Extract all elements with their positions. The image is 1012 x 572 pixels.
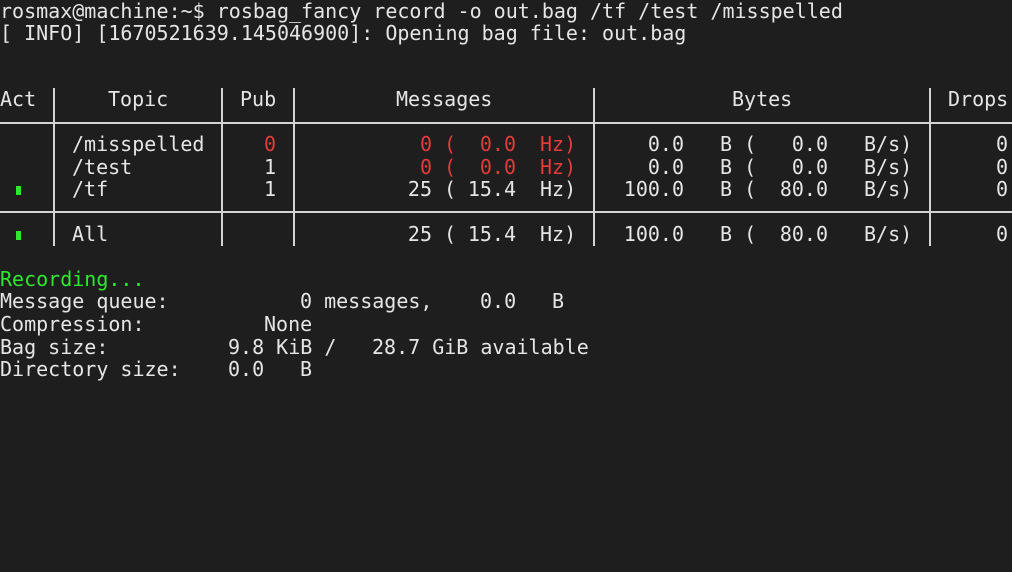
header-messages: Messages — [396, 87, 493, 111]
column-divider-pub — [293, 88, 295, 246]
terminal-window[interactable]: rosmax@machine:~$ rosbag_fancy record -o… — [0, 0, 1012, 572]
column-divider-messages — [593, 88, 595, 246]
row-msg-unit: Hz) — [540, 155, 577, 179]
row-pub: 1 — [263, 155, 276, 179]
compression-value: None — [264, 312, 313, 336]
row-bytes-rate-unit: B/s) — [864, 177, 913, 201]
column-divider-topic — [221, 88, 223, 246]
row-bytes-unit: B ( — [720, 177, 757, 201]
recording-status: Recording... — [0, 267, 145, 291]
row-bytes-unit: B ( — [720, 132, 757, 156]
row-topic: /tf — [72, 177, 109, 201]
header-bytes: Bytes — [732, 87, 793, 111]
dir-size-value: 0.0 — [228, 357, 265, 381]
row-drops: 0 — [995, 177, 1008, 201]
dir-size-unit: B — [300, 357, 313, 381]
row-msg-count: 25 — [407, 177, 432, 201]
row-topic: /misspelled — [72, 132, 205, 156]
total-msg-paren: ( — [444, 222, 457, 246]
row-msg-paren: ( — [444, 177, 457, 201]
row-msg-paren: ( — [444, 132, 457, 156]
header-separator — [0, 122, 1012, 124]
dir-size-label: Directory size: — [0, 357, 181, 381]
row-bytes-rate: 80.0 — [779, 177, 828, 201]
column-divider-act — [53, 88, 55, 246]
row-topic: /test — [72, 155, 133, 179]
row-active-indicator-icon — [16, 186, 21, 195]
header-act: Act — [0, 87, 37, 111]
bag-size-value: 9.8 KiB / — [228, 335, 337, 359]
total-drops: 0 — [995, 222, 1008, 246]
row-msg-count: 0 — [419, 155, 432, 179]
column-divider-bytes — [929, 88, 931, 246]
total-msg-unit: Hz) — [540, 222, 577, 246]
row-msg-unit: Hz) — [540, 177, 577, 201]
header-drops: Drops — [948, 87, 1009, 111]
total-bytes-unit: B ( — [720, 222, 757, 246]
command-line: rosmax@machine:~$ rosbag_fancy record -o… — [0, 0, 843, 23]
row-pub: 1 — [263, 177, 276, 201]
info-line: [ INFO] [1670521639.145046900]: Opening … — [0, 21, 687, 45]
compression-label: Compression: — [0, 312, 145, 336]
queue-bytes: 0.0 — [480, 289, 517, 313]
total-bytes: 100.0 — [623, 222, 684, 246]
row-msg-paren: ( — [444, 155, 457, 179]
total-bytes-rate: 80.0 — [779, 222, 828, 246]
total-active-indicator-icon — [16, 231, 21, 240]
header-topic: Topic — [108, 87, 169, 111]
row-bytes: 0.0 — [647, 155, 684, 179]
queue-label: Message queue: — [0, 289, 169, 313]
header-pub: Pub — [240, 87, 277, 111]
queue-value: 0 messages, — [300, 289, 433, 313]
row-pub: 0 — [263, 132, 276, 156]
row-bytes-unit: B ( — [720, 155, 757, 179]
row-bytes: 0.0 — [647, 132, 684, 156]
row-drops: 0 — [995, 132, 1008, 156]
row-msg-rate: 0.0 — [479, 155, 516, 179]
row-msg-unit: Hz) — [540, 132, 577, 156]
row-bytes-rate-unit: B/s) — [864, 132, 913, 156]
row-msg-rate: 15.4 — [467, 177, 516, 201]
bag-size-label: Bag size: — [0, 335, 109, 359]
bag-size-available: 28.7 GiB available — [372, 335, 589, 359]
queue-bytes-unit: B — [552, 289, 565, 313]
total-topic: All — [72, 222, 109, 246]
row-bytes-rate: 0.0 — [791, 132, 828, 156]
row-bytes-rate-unit: B/s) — [864, 155, 913, 179]
total-bytes-rate-unit: B/s) — [864, 222, 913, 246]
total-separator — [0, 211, 1012, 213]
total-msg-count: 25 — [407, 222, 432, 246]
row-msg-rate: 0.0 — [479, 132, 516, 156]
row-drops: 0 — [995, 155, 1008, 179]
row-msg-count: 0 — [419, 132, 432, 156]
total-msg-rate: 15.4 — [467, 222, 516, 246]
row-bytes: 100.0 — [623, 177, 684, 201]
row-bytes-rate: 0.0 — [791, 155, 828, 179]
